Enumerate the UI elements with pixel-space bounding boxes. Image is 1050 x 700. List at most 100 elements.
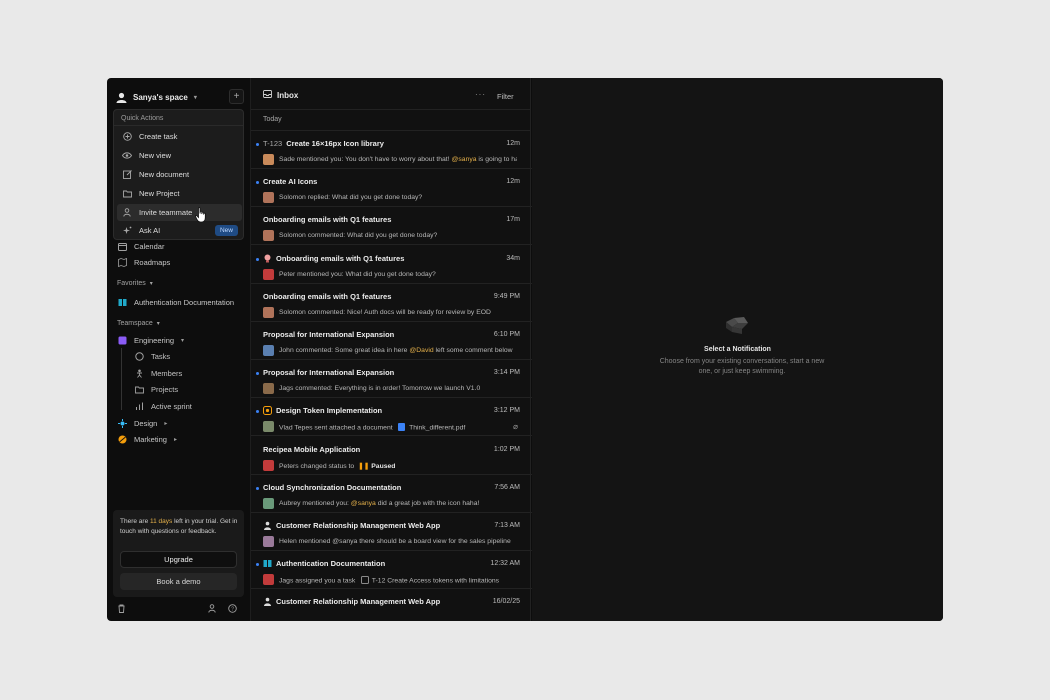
sidebar-item-projects[interactable]: Projects [134, 382, 178, 396]
unread-dot [256, 486, 259, 490]
avatar [263, 192, 274, 204]
person-icon [134, 368, 144, 378]
menu-item-new-project[interactable]: New Project [117, 185, 242, 202]
notification-time: 12m [506, 178, 520, 186]
notification-title: Create AI Icons [263, 177, 481, 186]
favorites-section-toggle[interactable]: Favorites ▾ [117, 280, 153, 287]
inbox-header: Inbox ··· Filter [251, 78, 530, 110]
mention: @sanya [451, 156, 477, 163]
sidebar-item-roadmaps[interactable]: Roadmaps [117, 255, 170, 269]
pause-icon: ❚❚ [357, 462, 370, 470]
menu-item-ask-ai[interactable]: Ask AI New [117, 222, 242, 239]
folder-icon [134, 384, 144, 394]
workspace-switcher[interactable]: Sanya's space ▾ [116, 89, 197, 105]
user-plus-icon[interactable] [208, 604, 218, 614]
task-icon [361, 576, 370, 585]
more-options-button[interactable]: ··· [475, 90, 486, 99]
trial-days: 11 days [150, 518, 173, 525]
notification-item[interactable]: Customer Relationship Management Web App… [251, 589, 532, 621]
upgrade-button[interactable]: Upgrade [120, 551, 237, 568]
notification-item[interactable]: Create AI Icons 12m Solomon replied: What … [251, 169, 532, 208]
notification-item[interactable]: Proposal for International Expansion 3:14… [251, 360, 532, 399]
notification-time: 12m [506, 140, 520, 147]
notification-item[interactable]: Customer Relationship Management Web App… [251, 513, 532, 551]
notification-title-text: Onboarding emails with Q1 features [263, 291, 392, 301]
notification-time: 9:49 PM [493, 292, 520, 300]
sidebar-item-favorite[interactable]: Authentication Documentation [117, 295, 234, 309]
book-icon [117, 297, 127, 307]
notification-title-text: Onboarding emails with Q1 features [263, 215, 392, 225]
menu-item-create-task[interactable]: Create task [117, 128, 242, 145]
chevron-right-icon: ▸ [173, 436, 177, 443]
unread-dot [256, 143, 259, 146]
avatar [263, 154, 274, 165]
sidebar-item-active-sprint[interactable]: Active sprint [134, 399, 192, 413]
user-avatar-icon [116, 92, 127, 103]
notification-time: 7:13 AM [494, 522, 520, 529]
notification-item[interactable]: Onboarding emails with Q1 features 34m Pet… [251, 246, 532, 284]
sidebar-item-label: Authentication Documentation [134, 297, 235, 307]
notification-item[interactable]: T-123 Create 16×16px Icon library 12m Sade … [251, 131, 532, 169]
inbox-panel: Inbox ··· Filter Today T-123 Create 16×16… [250, 78, 532, 621]
teamspace-section-toggle[interactable]: Teamspace ▾ [117, 320, 160, 327]
notification-title-text: Create AI Icons [263, 177, 318, 187]
sidebar-item-tasks[interactable]: Tasks [134, 349, 170, 363]
task-code: T-123 [263, 139, 283, 148]
notification-item[interactable]: Recipea Mobile Application 1:02 PM Peters … [251, 437, 532, 475]
trash-icon[interactable] [117, 604, 127, 614]
task-reference[interactable]: T-12 Create Access tokens with limitatio… [372, 577, 499, 584]
user-icon [263, 521, 272, 530]
sidebar-item-label: Design [134, 418, 158, 428]
book-demo-button[interactable]: Book a demo [120, 573, 237, 590]
filter-button[interactable]: Filter [497, 92, 514, 101]
menu-item-label: New document [139, 170, 190, 179]
avatar [263, 497, 274, 509]
sidebar-item-engineering[interactable]: Engineering ▾ [117, 333, 184, 347]
sidebar-item-members[interactable]: Members [134, 366, 182, 380]
sidebar-item-label: Members [151, 368, 183, 378]
notification-message: Solomon commented: What did you get done… [279, 232, 438, 240]
plus-circle-icon [122, 132, 132, 142]
empty-state-title: Select a Notification [704, 346, 771, 353]
avatar [263, 536, 274, 547]
sidebar: Sanya's space ▾ + Calendar Roadmaps Favo… [107, 78, 250, 621]
notification-detail-panel: Select a Notification Choose from your e… [532, 78, 943, 621]
chevron-down-icon: ▾ [149, 281, 153, 287]
notification-item[interactable]: Design Token Implementation 3:12 PM Vlad T… [251, 398, 532, 437]
notification-item[interactable]: Proposal for International Expansion 6:10… [251, 322, 532, 360]
add-button[interactable]: + [229, 89, 244, 104]
help-icon[interactable]: ? [228, 604, 238, 614]
notification-title-text: Customer Relationship Management Web App [276, 521, 441, 530]
avatar [263, 459, 274, 471]
eye-icon [122, 151, 132, 161]
avatar [263, 421, 274, 433]
notification-title: Customer Relationship Management Web App [263, 597, 481, 607]
notification-title: Recipea Mobile Application [263, 445, 481, 454]
menu-header: Quick Actions [121, 115, 164, 122]
notification-item[interactable]: Onboarding emails with Q1 features 9:49 P… [251, 284, 532, 322]
menu-item-new-view[interactable]: New view [117, 147, 242, 164]
unread-dot [256, 410, 259, 414]
sidebar-item-marketing[interactable]: Marketing ▸ [117, 432, 177, 446]
sidebar-item-design[interactable]: Design ▸ [117, 416, 167, 430]
menu-item-invite-teammate[interactable]: Invite teammate [117, 204, 242, 221]
notification-title: Customer Relationship Management Web App [263, 521, 481, 530]
notification-message: Vlad Tepes sent attached a document Thin… [279, 423, 466, 432]
bar-chart-icon [134, 401, 144, 411]
attachment-name[interactable]: Think_different.pdf [409, 425, 465, 432]
notification-item[interactable]: Authentication Documentation 12:32 AM Jags… [251, 551, 532, 590]
notification-message: Solomon replied: What did you get done t… [279, 194, 423, 202]
notification-title-text: Design Token Implementation [276, 406, 383, 416]
sidebar-item-label: Marketing [134, 434, 167, 444]
notification-title-text: Onboarding emails with Q1 features [276, 253, 405, 263]
sidebar-item-calendar[interactable]: Calendar [117, 239, 164, 253]
menu-item-label: Invite teammate [139, 208, 193, 217]
sidebar-item-label: Roadmaps [134, 257, 171, 267]
chevron-down-icon: ▾ [156, 321, 160, 327]
menu-item-new-document[interactable]: New document [117, 166, 242, 183]
bulb-icon [263, 254, 272, 263]
inbox-title: Inbox [263, 90, 298, 100]
notification-item[interactable]: Onboarding emails with Q1 features 17m Sol… [251, 207, 532, 246]
notification-title: Proposal for International Expansion [263, 368, 481, 377]
notification-item[interactable]: Cloud Synchronization Documentation 7:56 … [251, 475, 532, 513]
